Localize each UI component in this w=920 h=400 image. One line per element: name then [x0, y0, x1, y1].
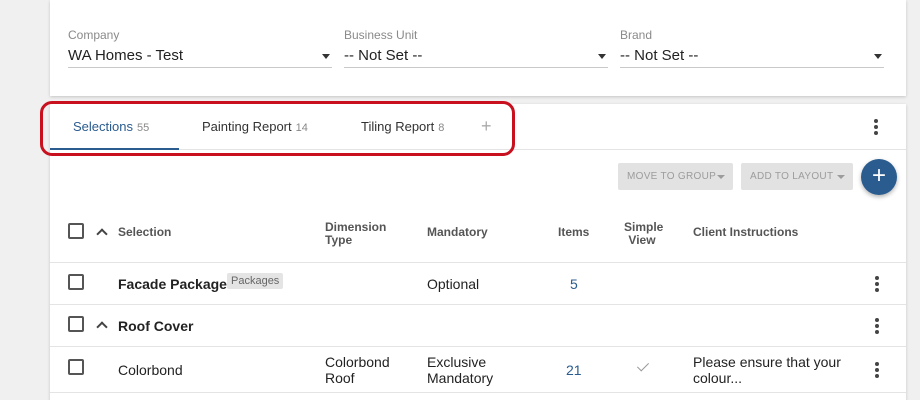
- tab-selections[interactable]: Selections 55: [50, 104, 179, 150]
- company-filter: Company WA Homes - Test: [68, 28, 332, 68]
- selection-name[interactable]: Facade Packages: [118, 276, 235, 292]
- tab-count: 55: [136, 122, 150, 134]
- business-unit-label: Business Unit: [344, 28, 418, 42]
- group-name[interactable]: Roof Cover: [118, 318, 193, 334]
- tab-label: Tiling Report: [361, 119, 435, 134]
- cell-line: Mandatory: [427, 370, 494, 386]
- chevron-up-icon[interactable]: [96, 321, 108, 333]
- brand-filter: Brand -- Not Set --: [620, 28, 884, 68]
- report-tabs: Selections 55 Painting Report 14 Tiling Re…: [40, 101, 906, 156]
- brand-label: Brand: [620, 28, 653, 42]
- row-divider: [50, 392, 906, 393]
- tab-count: 14: [295, 122, 308, 134]
- business-unit-select[interactable]: -- Not Set --: [344, 46, 608, 68]
- company-select[interactable]: WA Homes - Test: [68, 46, 332, 68]
- more-options-icon[interactable]: [869, 118, 883, 136]
- column-header-items[interactable]: Items: [558, 226, 589, 239]
- move-to-group-button[interactable]: MOVE TO GROUP: [618, 163, 733, 190]
- row-more-options-icon[interactable]: [870, 317, 884, 335]
- add-to-layout-label: ADD TO LAYOUT: [750, 171, 834, 182]
- add-selection-button[interactable]: +: [861, 159, 897, 195]
- checkmark-icon: [636, 359, 650, 372]
- dimension-type-value: Colorbond Roof: [325, 354, 390, 386]
- mandatory-value: Optional: [427, 276, 480, 292]
- company-value: WA Homes - Test: [68, 47, 184, 64]
- move-to-group-label: MOVE TO GROUP: [627, 171, 717, 182]
- caret-down-icon: [322, 54, 330, 59]
- items-count-link[interactable]: 21: [566, 362, 582, 378]
- tab-painting-report[interactable]: Painting Report 14: [202, 104, 308, 150]
- selections-panel: Selections 55 Painting Report 14 Tiling Re…: [40, 101, 906, 400]
- add-to-layout-button[interactable]: ADD TO LAYOUT: [741, 163, 853, 190]
- column-header-mandatory[interactable]: Mandatory: [427, 226, 488, 239]
- cell-line: Colorbond: [325, 354, 390, 370]
- add-tab-icon[interactable]: +: [481, 116, 492, 136]
- business-unit-value: -- Not Set --: [344, 47, 423, 64]
- caret-down-icon: [837, 175, 845, 179]
- tab-count: 8: [438, 122, 445, 134]
- category-badge: Packages: [227, 273, 284, 289]
- row-checkbox[interactable]: [68, 316, 84, 332]
- row-divider: [50, 346, 906, 347]
- column-header-selection[interactable]: Selection: [118, 226, 171, 239]
- caret-down-icon: [874, 54, 882, 59]
- cell-line: Please ensure that your: [693, 354, 841, 370]
- row-checkbox[interactable]: [68, 274, 84, 290]
- header-line: View: [628, 233, 656, 247]
- cell-line: Exclusive: [427, 354, 487, 370]
- row-more-options-icon[interactable]: [870, 361, 884, 379]
- mandatory-value: Exclusive Mandatory: [427, 354, 493, 386]
- chevron-up-icon[interactable]: [96, 228, 108, 240]
- row-divider: [50, 262, 906, 263]
- column-header-client-instructions[interactable]: Client Instructions: [693, 226, 798, 239]
- column-header-simple-view[interactable]: Simple View: [624, 221, 663, 247]
- tab-tiling-report[interactable]: Tiling Report 8: [361, 104, 444, 150]
- row-checkbox[interactable]: [68, 359, 84, 375]
- selection-name[interactable]: Colorbond: [118, 362, 183, 378]
- caret-down-icon: [717, 175, 725, 179]
- company-label: Company: [68, 28, 120, 42]
- filter-panel: Company WA Homes - Test Business Unit --…: [50, 0, 906, 96]
- header-line: Type: [325, 233, 353, 247]
- brand-select[interactable]: -- Not Set --: [620, 46, 884, 68]
- tab-label: Painting Report: [202, 119, 292, 134]
- row-more-options-icon[interactable]: [870, 275, 884, 293]
- caret-down-icon: [598, 54, 606, 59]
- select-all-checkbox[interactable]: [68, 223, 84, 239]
- client-instructions-value: Please ensure that your colour...: [693, 354, 841, 386]
- column-header-dimension-type[interactable]: Dimension Type: [325, 221, 386, 247]
- items-count-link[interactable]: 5: [570, 276, 578, 292]
- cell-line: Roof: [325, 370, 355, 386]
- tab-label: Selections: [73, 119, 133, 134]
- business-unit-filter: Business Unit -- Not Set --: [344, 28, 608, 68]
- cell-line: colour...: [693, 370, 743, 386]
- row-divider: [50, 304, 906, 305]
- brand-value: -- Not Set --: [620, 47, 699, 64]
